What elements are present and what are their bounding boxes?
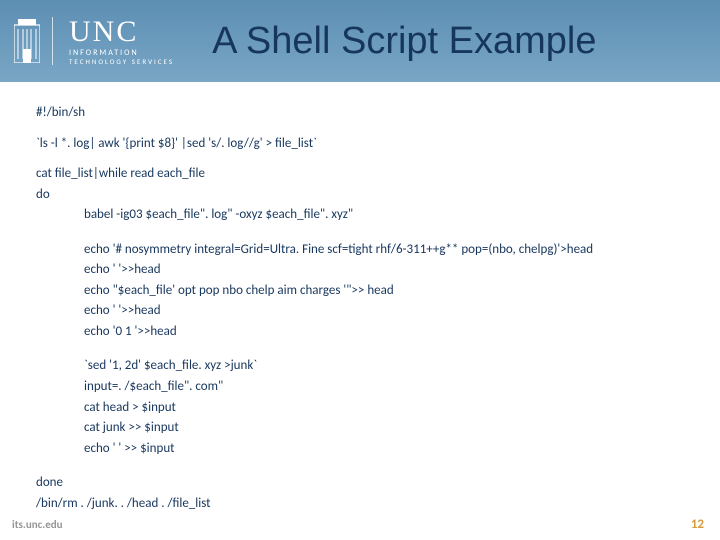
code-line: cat head > $input [36, 399, 690, 417]
code-line: done [36, 474, 690, 492]
logo-title: UNC [69, 17, 174, 47]
code-line: echo ' '>>head [36, 261, 690, 279]
code-line: cat junk >> $input [36, 419, 690, 437]
logo-block: UNC INFORMATION TECHNOLOGY SERVICES [14, 17, 174, 65]
code-line: do [36, 186, 690, 204]
code-line: `ls -l *. log| awk '{print $8}' |sed 's/… [36, 135, 690, 153]
logo-subtitle-2: TECHNOLOGY SERVICES [69, 58, 174, 65]
code-line: echo "$each_file' opt pop nbo chelp aim … [36, 282, 690, 300]
code-line: input=. /$each_file". com" [36, 378, 690, 396]
building-icon [14, 19, 40, 63]
code-line: echo '0 1 '>>head [36, 323, 690, 341]
code-line: `sed '1, 2d' $each_file. xyz >junk` [36, 357, 690, 375]
slide-title: A Shell Script Example [212, 20, 596, 63]
slide-footer: its.unc.edu 12 [12, 517, 704, 532]
code-line: babel -ig03 $each_file". log" -oxyz $eac… [36, 206, 690, 224]
logo-text: UNC INFORMATION TECHNOLOGY SERVICES [69, 17, 174, 65]
slide-content: #!/bin/sh `ls -l *. log| awk '{print $8}… [0, 82, 720, 512]
footer-url: its.unc.edu [12, 518, 63, 531]
code-line: #!/bin/sh [36, 104, 690, 122]
code-line: /bin/rm . /junk. . /head . /file_list [36, 495, 690, 513]
code-line: echo ' '>>head [36, 302, 690, 320]
logo-subtitle-1: INFORMATION [69, 49, 174, 57]
code-line: cat file_list|while read each_file [36, 165, 690, 183]
logo-divider [52, 17, 53, 65]
code-line: echo '# nosymmetry integral=Grid=Ultra. … [36, 241, 690, 259]
page-number: 12 [691, 517, 704, 532]
code-line: echo ' ' >> $input [36, 440, 690, 458]
slide-header: UNC INFORMATION TECHNOLOGY SERVICES A Sh… [0, 0, 720, 82]
